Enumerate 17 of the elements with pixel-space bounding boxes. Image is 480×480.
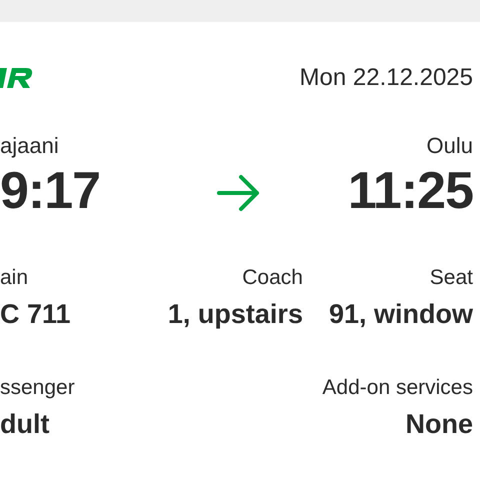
arrival-time: 11:25	[348, 161, 473, 222]
arrow-icon	[216, 174, 261, 212]
detail-label: Add-on services	[322, 375, 473, 401]
detail-value: None	[406, 408, 473, 441]
detail-label: Coach	[242, 265, 303, 291]
arrival-station: Oulu	[426, 132, 473, 160]
detail-value: dult	[0, 408, 50, 441]
logo-icon	[0, 66, 34, 90]
detail-value: 1, upstairs	[168, 298, 303, 331]
departure-time: 9:17	[0, 161, 100, 222]
detail-label: ain	[0, 265, 28, 291]
detail-label: Seat	[430, 265, 473, 291]
travel-date: Mon 22.12.2025	[300, 64, 473, 92]
departure-station: ajaani	[0, 132, 59, 160]
detail-value: 91, window	[328, 298, 473, 331]
detail-label: ssenger	[0, 375, 75, 401]
detail-value: C 711	[0, 298, 71, 331]
